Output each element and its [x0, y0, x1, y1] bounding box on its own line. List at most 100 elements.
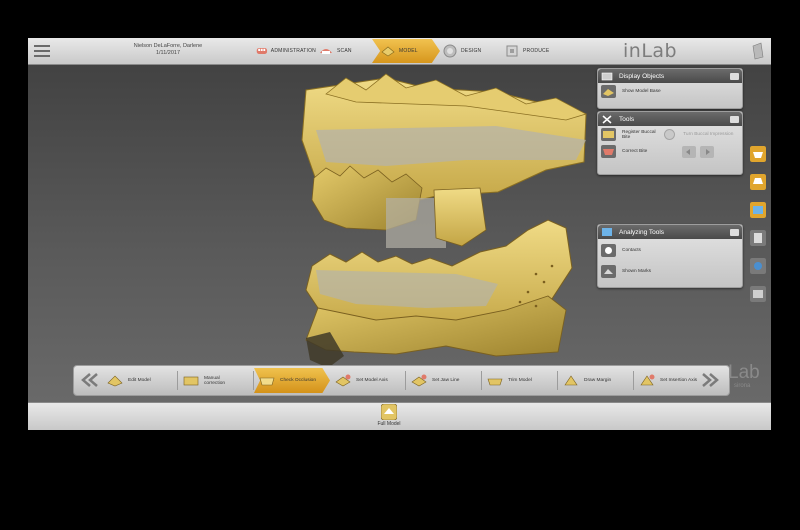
pin-icon[interactable]	[730, 115, 739, 123]
step-label: SCAN	[337, 48, 352, 54]
display-objects-icon	[601, 72, 613, 80]
panel-header: Analyzing Tools	[598, 225, 742, 239]
toolbar-next-icon[interactable]	[700, 372, 722, 388]
shown-marks-button[interactable]: Shown Marks	[598, 263, 742, 280]
sirona-logo: sirona	[734, 383, 751, 389]
tools-panel: Tools Register Buccal Bite Turn Buccal I…	[597, 111, 743, 175]
redo-icon[interactable]	[700, 145, 714, 158]
edit-model-button[interactable]: Edit Model	[102, 368, 178, 393]
toggle-bite-icon[interactable]	[750, 286, 766, 302]
patient-name: Nielson DeLaForre, Darlene	[133, 43, 203, 49]
pin-icon[interactable]	[730, 72, 739, 80]
toolbar-prev-icon[interactable]	[78, 372, 100, 388]
analyzing-tools-panel: Analyzing Tools Contacts Shown Marks	[597, 224, 743, 288]
contacts-button[interactable]: Contacts	[598, 242, 742, 259]
panel-title: Display Objects	[619, 72, 665, 80]
step-produce[interactable]: PRODUCE	[496, 39, 564, 63]
trim-model-icon	[487, 378, 503, 386]
panel-title: Tools	[619, 115, 635, 123]
lab-logo: Lab	[728, 362, 760, 383]
step-design[interactable]: DESIGN	[434, 39, 502, 63]
edit-model-icon	[107, 375, 123, 387]
dental-model-icon[interactable]	[266, 70, 596, 370]
set-model-axis-icon	[335, 374, 351, 387]
panel-title: Analyzing Tools	[619, 228, 665, 236]
item-label: Register Buccal Bite	[622, 129, 656, 140]
correct-bite-icon	[601, 145, 616, 158]
patient-info: Nielson DeLaForre, Darlene 1/11/2017	[118, 43, 218, 57]
set-jaw-line-icon	[411, 374, 427, 387]
step-scan[interactable]: SCAN	[310, 39, 378, 63]
right-sidebar	[750, 146, 768, 314]
item-label: Contacts	[622, 248, 641, 253]
inlab-window: Nielson DeLaForre, Darlene 1/11/2017 ADM…	[28, 38, 771, 430]
trim-model-button[interactable]: Trim Model	[482, 368, 558, 393]
step-administration[interactable]: ADMINISTRATION	[248, 39, 316, 63]
bottom-bar: Full Model	[28, 402, 771, 430]
toggle-buccal-icon[interactable]	[750, 202, 766, 218]
draw-margin-icon	[564, 375, 578, 386]
manual-correction-button[interactable]: Manual correction	[178, 368, 254, 393]
panel-header: Display Objects	[598, 69, 742, 83]
marks-icon	[601, 265, 616, 278]
turn-impression-icon	[664, 129, 676, 140]
tool-label: Set Insertion Axis	[660, 378, 698, 383]
item-label: Turn Buccal Impression	[683, 132, 734, 137]
tool-label: Check Occlusion	[280, 378, 316, 383]
design-icon	[443, 44, 457, 58]
check-occlusion-icon	[259, 377, 275, 386]
model-icon	[381, 46, 395, 57]
correct-bite-button[interactable]: Correct Bite	[598, 143, 660, 160]
step-label: MODEL	[399, 48, 418, 54]
register-buccal-bite-button[interactable]: Register Buccal Bite	[598, 126, 659, 143]
full-model-label: Full Model	[377, 421, 401, 427]
teeth-icon	[256, 48, 268, 54]
hamburger-menu-icon[interactable]	[34, 43, 50, 59]
set-jaw-line-button[interactable]: Set Jaw Line	[406, 368, 482, 393]
step-model[interactable]: MODEL	[372, 39, 440, 63]
3d-viewport[interactable]: Display Objects Show Model Base Tools Re…	[28, 64, 771, 368]
tool-label: Trim Model	[508, 378, 532, 383]
model-toolbar: Edit Model Manual correction Check Occlu…	[73, 365, 730, 396]
panel-header: Tools	[598, 112, 742, 126]
item-label: Correct Bite	[622, 149, 648, 154]
produce-icon	[506, 45, 518, 57]
manual-correction-icon	[183, 376, 199, 386]
contacts-icon	[601, 244, 616, 257]
model-base-icon	[601, 85, 616, 98]
check-occlusion-button[interactable]: Check Occlusion	[254, 368, 330, 393]
toggle-view-icon[interactable]	[750, 258, 766, 274]
scan-icon	[320, 49, 332, 54]
tool-label: Set Jaw Line	[432, 378, 460, 383]
show-model-base-button[interactable]: Show Model Base	[598, 83, 742, 100]
display-objects-panel: Display Objects Show Model Base	[597, 68, 743, 109]
set-insertion-axis-icon	[640, 374, 655, 386]
tools-icon	[602, 114, 612, 124]
inlab-logo: inLab	[623, 40, 678, 62]
analyzing-icon	[602, 227, 612, 236]
toggle-antagonist-icon[interactable]	[750, 230, 766, 246]
item-label: Show Model Base	[622, 89, 661, 94]
step-label: PRODUCE	[523, 48, 550, 54]
window-options-icon[interactable]	[751, 42, 765, 60]
set-model-axis-button[interactable]: Set Model Axis	[330, 368, 406, 393]
step-label: DESIGN	[461, 48, 482, 54]
set-insertion-axis-button[interactable]: Set Insertion Axis	[634, 368, 710, 393]
toggle-upper-jaw-icon[interactable]	[750, 146, 766, 162]
pin-icon[interactable]	[730, 228, 739, 236]
patient-date: 1/11/2017	[155, 50, 181, 56]
toggle-lower-jaw-icon[interactable]	[750, 174, 766, 190]
tool-label: Draw Margin	[584, 378, 612, 383]
top-bar: Nielson DeLaForre, Darlene 1/11/2017 ADM…	[28, 38, 771, 65]
register-bite-icon	[601, 128, 616, 141]
tool-label: Manual correction	[204, 375, 226, 386]
tool-list: Edit Model Manual correction Check Occlu…	[102, 366, 702, 395]
item-label: Shown Marks	[622, 269, 652, 274]
tool-label: Set Model Axis	[356, 378, 388, 383]
tool-label: Edit Model	[128, 378, 151, 383]
draw-margin-button[interactable]: Draw Margin	[558, 368, 634, 393]
full-model-button[interactable]: Full Model	[368, 403, 410, 427]
full-model-icon	[381, 404, 397, 420]
turn-buccal-impression-button[interactable]: Turn Buccal Impression	[659, 126, 742, 143]
undo-icon[interactable]	[682, 145, 696, 158]
